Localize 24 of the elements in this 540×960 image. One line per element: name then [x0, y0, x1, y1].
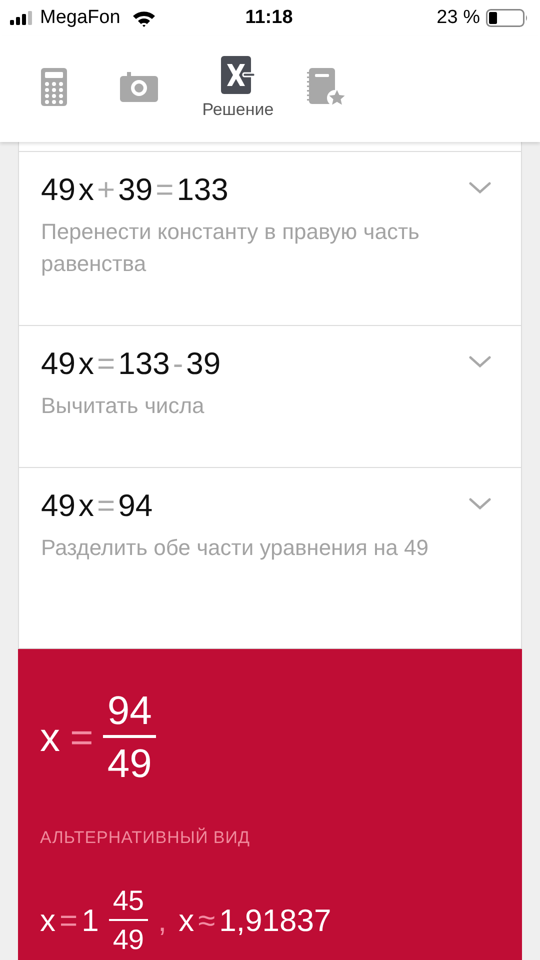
step-card[interactable]: 49x=133-39 Вычитать числа [18, 326, 522, 468]
battery-percentage: 23 % [436, 7, 480, 29]
step-description: Разделить обе части уравнения на 49 [41, 534, 430, 562]
chevron-down-icon[interactable] [469, 498, 491, 510]
battery-icon [486, 9, 528, 27]
equation: 49x+39=133 [41, 172, 228, 208]
camera-icon [120, 72, 158, 102]
solution-tab[interactable]: Решение [184, 56, 292, 120]
equation: 49x=94 [41, 488, 153, 524]
step-description: Вычитать числа [41, 392, 206, 420]
step-description: Перенести константу в правую часть равенства [41, 218, 421, 278]
solution-icon [221, 56, 255, 94]
signal-icon [10, 11, 34, 25]
chevron-down-icon[interactable] [469, 182, 491, 194]
calculator-icon [41, 68, 67, 106]
alternative-form-label: АЛЬТЕРНАТИВНЫЙ ВИД [40, 828, 251, 848]
notebook-star-icon [307, 68, 347, 106]
chevron-down-icon[interactable] [469, 356, 491, 368]
carrier-name: MegaFon [40, 7, 120, 29]
equation: 49x=133-39 [41, 346, 221, 382]
wifi-icon [132, 10, 156, 26]
step-card[interactable]: 49x+39=133 Перенести константу в правую часть равенства [18, 152, 522, 326]
step-card[interactable]: 49x=94 Разделить обе части уравнения на 49 [18, 468, 522, 649]
clock-time: 11:18 [245, 7, 293, 29]
